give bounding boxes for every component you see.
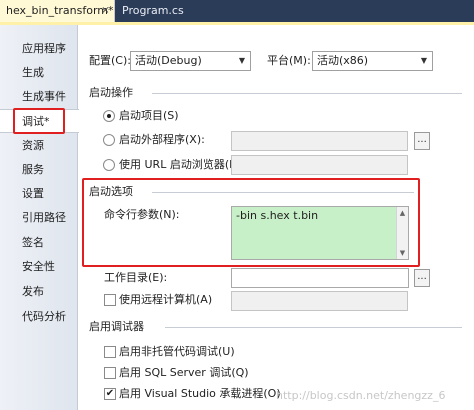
platform-value: 活动(x86) (317, 54, 369, 67)
tab-label: Program.cs (122, 4, 184, 17)
command-args-scrollbar[interactable]: ▲ ▼ (396, 207, 408, 259)
chevron-down-icon: ▼ (238, 56, 246, 65)
start-project-radio[interactable] (103, 110, 115, 122)
debug-highlight-box (13, 108, 65, 134)
start-external-program-radio[interactable] (103, 134, 115, 146)
sidebar-item-security[interactable]: 安全性 (0, 255, 78, 279)
remote-machine-checkbox[interactable] (104, 294, 116, 306)
sidebar-item-build[interactable]: 生成 (0, 61, 78, 85)
sidebar-item-code-analysis[interactable]: 代码分析 (0, 305, 78, 329)
start-action-heading: 启动操作 (89, 86, 133, 99)
config-label: 配置(C): (89, 54, 131, 67)
close-icon[interactable]: × (99, 4, 112, 17)
vs-hosting-process-label: 启用 Visual Studio 承载进程(O) (119, 387, 281, 400)
sql-debugging-checkbox[interactable] (104, 367, 116, 379)
sidebar-item-reference-paths[interactable]: 引用路径 (0, 206, 78, 230)
unmanaged-debugging-checkbox[interactable] (104, 346, 116, 358)
sidebar-item-settings[interactable]: 设置 (0, 182, 78, 206)
section-divider (152, 93, 462, 94)
scroll-up-icon[interactable]: ▲ (397, 209, 408, 217)
tab-hex-bin-transform[interactable]: hex_bin_transform* × (0, 0, 115, 22)
command-args-textarea[interactable]: -bin s.hex t.bin (231, 206, 409, 260)
start-url-radio[interactable] (103, 159, 115, 171)
chevron-down-icon: ▼ (420, 56, 428, 65)
sidebar-item-services[interactable]: 服务 (0, 158, 78, 182)
external-program-browse-button[interactable]: ... (414, 132, 430, 150)
tab-program-cs[interactable]: Program.cs (116, 0, 196, 22)
working-directory-label: 工作目录(E): (104, 271, 168, 284)
sidebar-item-publish[interactable]: 发布 (0, 280, 78, 304)
remote-machine-input[interactable] (231, 291, 408, 311)
sidebar-item-application[interactable]: 应用程序 (0, 37, 78, 61)
start-project-label: 启动项目(S) (119, 109, 179, 122)
enable-debuggers-heading: 启用调试器 (89, 320, 144, 333)
scroll-down-icon[interactable]: ▼ (397, 249, 408, 257)
sidebar-item-signing[interactable]: 签名 (0, 231, 78, 255)
sidebar-item-build-events[interactable]: 生成事件 (0, 85, 78, 109)
start-url-label: 使用 URL 启动浏览器(R): (119, 158, 245, 171)
working-directory-input[interactable] (231, 268, 409, 288)
config-dropdown[interactable]: 活动(Debug) ▼ (130, 51, 251, 71)
external-program-input[interactable] (231, 131, 408, 151)
watermark-text: http://blog.csdn.net/zhengzz_6 (276, 389, 446, 402)
sidebar-item-resources[interactable]: 资源 (0, 134, 78, 158)
sql-debugging-label: 启用 SQL Server 调试(Q) (119, 366, 249, 379)
start-external-program-label: 启动外部程序(X): (119, 133, 205, 146)
command-args-value: -bin s.hex t.bin (236, 209, 319, 222)
unmanaged-debugging-label: 启用非托管代码调试(U) (119, 345, 235, 358)
config-value: 活动(Debug) (135, 54, 202, 67)
tab-label: hex_bin_transform* (6, 4, 114, 17)
section-divider (165, 327, 462, 328)
working-directory-browse-button[interactable]: ... (414, 269, 430, 287)
command-args-label: 命令行参数(N): (104, 208, 180, 221)
remote-machine-label: 使用远程计算机(A) (119, 293, 213, 306)
start-url-input[interactable] (231, 155, 408, 175)
platform-dropdown[interactable]: 活动(x86) ▼ (312, 51, 433, 71)
check-icon: ✔ (105, 388, 115, 399)
platform-label: 平台(M): (267, 54, 311, 67)
vs-hosting-process-checkbox[interactable]: ✔ (104, 388, 116, 400)
